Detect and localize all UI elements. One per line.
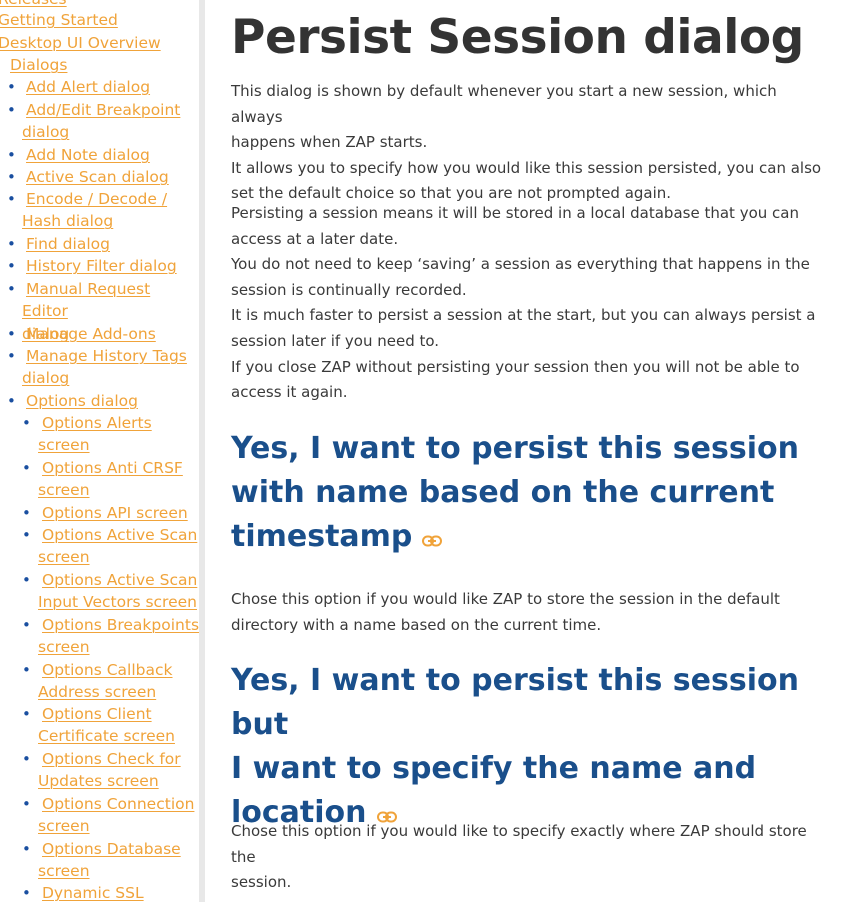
bullet-icon: • (7, 325, 16, 343)
text-line: access at a later date. (231, 229, 399, 248)
sidebar-link[interactable]: Options Database (42, 840, 181, 858)
sidebar-link[interactable]: Add Alert dialog (26, 78, 150, 96)
bullet-icon: • (7, 190, 16, 208)
text-line: access it again. (231, 383, 348, 402)
heading-line: Yes, I want to persist this session (231, 431, 799, 466)
bullet-icon: • (22, 705, 31, 723)
page-title: Persist Session dialog (231, 10, 804, 65)
text-line: session later if you need to. (231, 331, 440, 350)
bullet-icon: • (22, 750, 31, 768)
bullet-icon: • (22, 840, 31, 858)
section-heading-specify-location: Yes, I want to persist this session but … (231, 659, 841, 836)
sidebar-link-cont[interactable]: Certificate screen (38, 727, 175, 745)
sidebar-link-cont[interactable]: screen (38, 862, 90, 880)
text-line: This dialog is shown by default whenever… (231, 82, 777, 126)
sidebar-item-dialogs[interactable]: Dialogs (0, 54, 200, 76)
sidebar-link-cont[interactable]: Input Vectors screen (38, 593, 197, 611)
sidebar-link[interactable]: Dynamic SSL (42, 884, 144, 902)
heading-line: timestamp (231, 519, 413, 554)
section-heading-timestamp: Yes, I want to persist this session with… (231, 427, 841, 560)
heading-line: I want to specify the name and (231, 751, 757, 786)
sidebar-link[interactable]: Options Callback (42, 661, 173, 679)
sidebar-link-cont[interactable]: screen (38, 436, 90, 454)
bullet-icon: • (22, 571, 31, 589)
bullet-icon: • (7, 78, 16, 96)
text-line: Chose this option if you would like ZAP … (231, 590, 780, 608)
sidebar-link[interactable]: Options Active Scan (42, 571, 197, 589)
sidebar-link-cont[interactable]: screen (38, 548, 90, 566)
sidebar-link-cont[interactable]: dialog (22, 123, 69, 141)
sidebar-link[interactable]: Dialogs (10, 54, 67, 76)
heading-line: with name based on the current (231, 475, 775, 510)
persisting-paragraph: Persisting a session means it will be st… (231, 201, 831, 406)
bullet-icon: • (7, 101, 16, 119)
bullet-icon: • (22, 526, 31, 544)
sidebar-link[interactable]: Options Connection (42, 795, 194, 813)
sidebar-link[interactable]: Add Note dialog (26, 146, 150, 164)
sidebar-link[interactable]: Options Anti CRSF (42, 459, 183, 477)
bullet-icon: • (22, 884, 31, 902)
sidebar-link[interactable]: Options API screen (42, 504, 188, 522)
timestamp-option-description: Chose this option if you would like ZAP … (231, 587, 831, 638)
sidebar-link[interactable]: History Filter dialog (26, 257, 177, 275)
text-line: You do not need to keep ‘saving’ a sessi… (231, 255, 810, 274)
bullet-icon: • (22, 459, 31, 477)
bullet-icon: • (7, 235, 16, 253)
sidebar-link[interactable]: Options Client (42, 705, 152, 723)
sidebar-link[interactable]: Add/Edit Breakpoint (26, 101, 180, 119)
text-line: session. (231, 873, 292, 892)
sidebar-item-getting-started[interactable]: Getting Started (0, 9, 200, 31)
sidebar-nav: Releases Getting Started Desktop UI Over… (0, 0, 200, 902)
sidebar-link[interactable]: Options Alerts (42, 414, 152, 432)
text-line: Persisting a session means it will be st… (231, 204, 799, 222)
sidebar-link-cont[interactable]: screen (38, 481, 90, 499)
bullet-icon: • (7, 347, 16, 365)
sidebar-item-desktop-ui-overview[interactable]: Desktop UI Overview (0, 32, 200, 54)
sidebar-link[interactable]: Options Check for (42, 750, 181, 768)
text-line: directory with a name based on the curre… (231, 615, 602, 634)
sidebar-link-cont[interactable]: Updates screen (38, 772, 159, 790)
bullet-icon: • (22, 616, 31, 634)
sidebar-link[interactable]: Encode / Decode / (26, 190, 167, 208)
bullet-icon: • (7, 257, 16, 275)
bullet-icon: • (7, 168, 16, 186)
sidebar-divider (199, 0, 205, 902)
sidebar-link[interactable]: Options dialog (26, 392, 138, 410)
specify-location-option-description: Chose this option if you would like to s… (231, 819, 831, 896)
bullet-icon: • (7, 280, 16, 298)
text-line: If you close ZAP without persisting your… (231, 357, 800, 376)
sidebar-link[interactable]: Getting Started (0, 9, 118, 31)
text-line: Chose this option if you would like to s… (231, 822, 807, 866)
text-line: It allows you to specify how you would l… (231, 158, 822, 177)
sidebar-link-cont[interactable]: screen (38, 817, 90, 835)
text-line: session is continually recorded. (231, 280, 467, 299)
sidebar-link[interactable]: Manage Add-ons (26, 325, 156, 343)
sidebar-link[interactable]: Options Active Scan (42, 526, 197, 544)
sidebar-link[interactable]: Active Scan dialog (26, 168, 169, 186)
bullet-icon: • (22, 661, 31, 679)
bullet-icon: • (22, 414, 31, 432)
bullet-icon: • (7, 392, 16, 410)
sidebar-link[interactable]: Desktop UI Overview (0, 32, 161, 54)
sidebar-link-cont[interactable]: screen (38, 638, 90, 656)
sidebar-link[interactable]: Manage History Tags (26, 347, 187, 365)
bullet-icon: • (7, 146, 16, 164)
sidebar-link-cont[interactable]: Address screen (38, 683, 156, 701)
sidebar-link-cont[interactable]: dialog (22, 369, 69, 387)
link-icon[interactable] (422, 516, 443, 560)
text-line: happens when ZAP starts. (231, 133, 428, 152)
intro-paragraph: This dialog is shown by default whenever… (231, 79, 831, 207)
heading-line: Yes, I want to persist this session but (231, 663, 799, 742)
text-line: It is much faster to persist a session a… (231, 306, 816, 325)
bullet-icon: • (22, 795, 31, 813)
bullet-icon: • (22, 504, 31, 522)
sidebar-link[interactable]: Find dialog (26, 235, 110, 253)
sidebar-link[interactable]: Manual Request Editor (22, 280, 150, 320)
sidebar-link-cont[interactable]: Hash dialog (22, 212, 113, 230)
sidebar-link[interactable]: Options Breakpoints (42, 616, 199, 634)
